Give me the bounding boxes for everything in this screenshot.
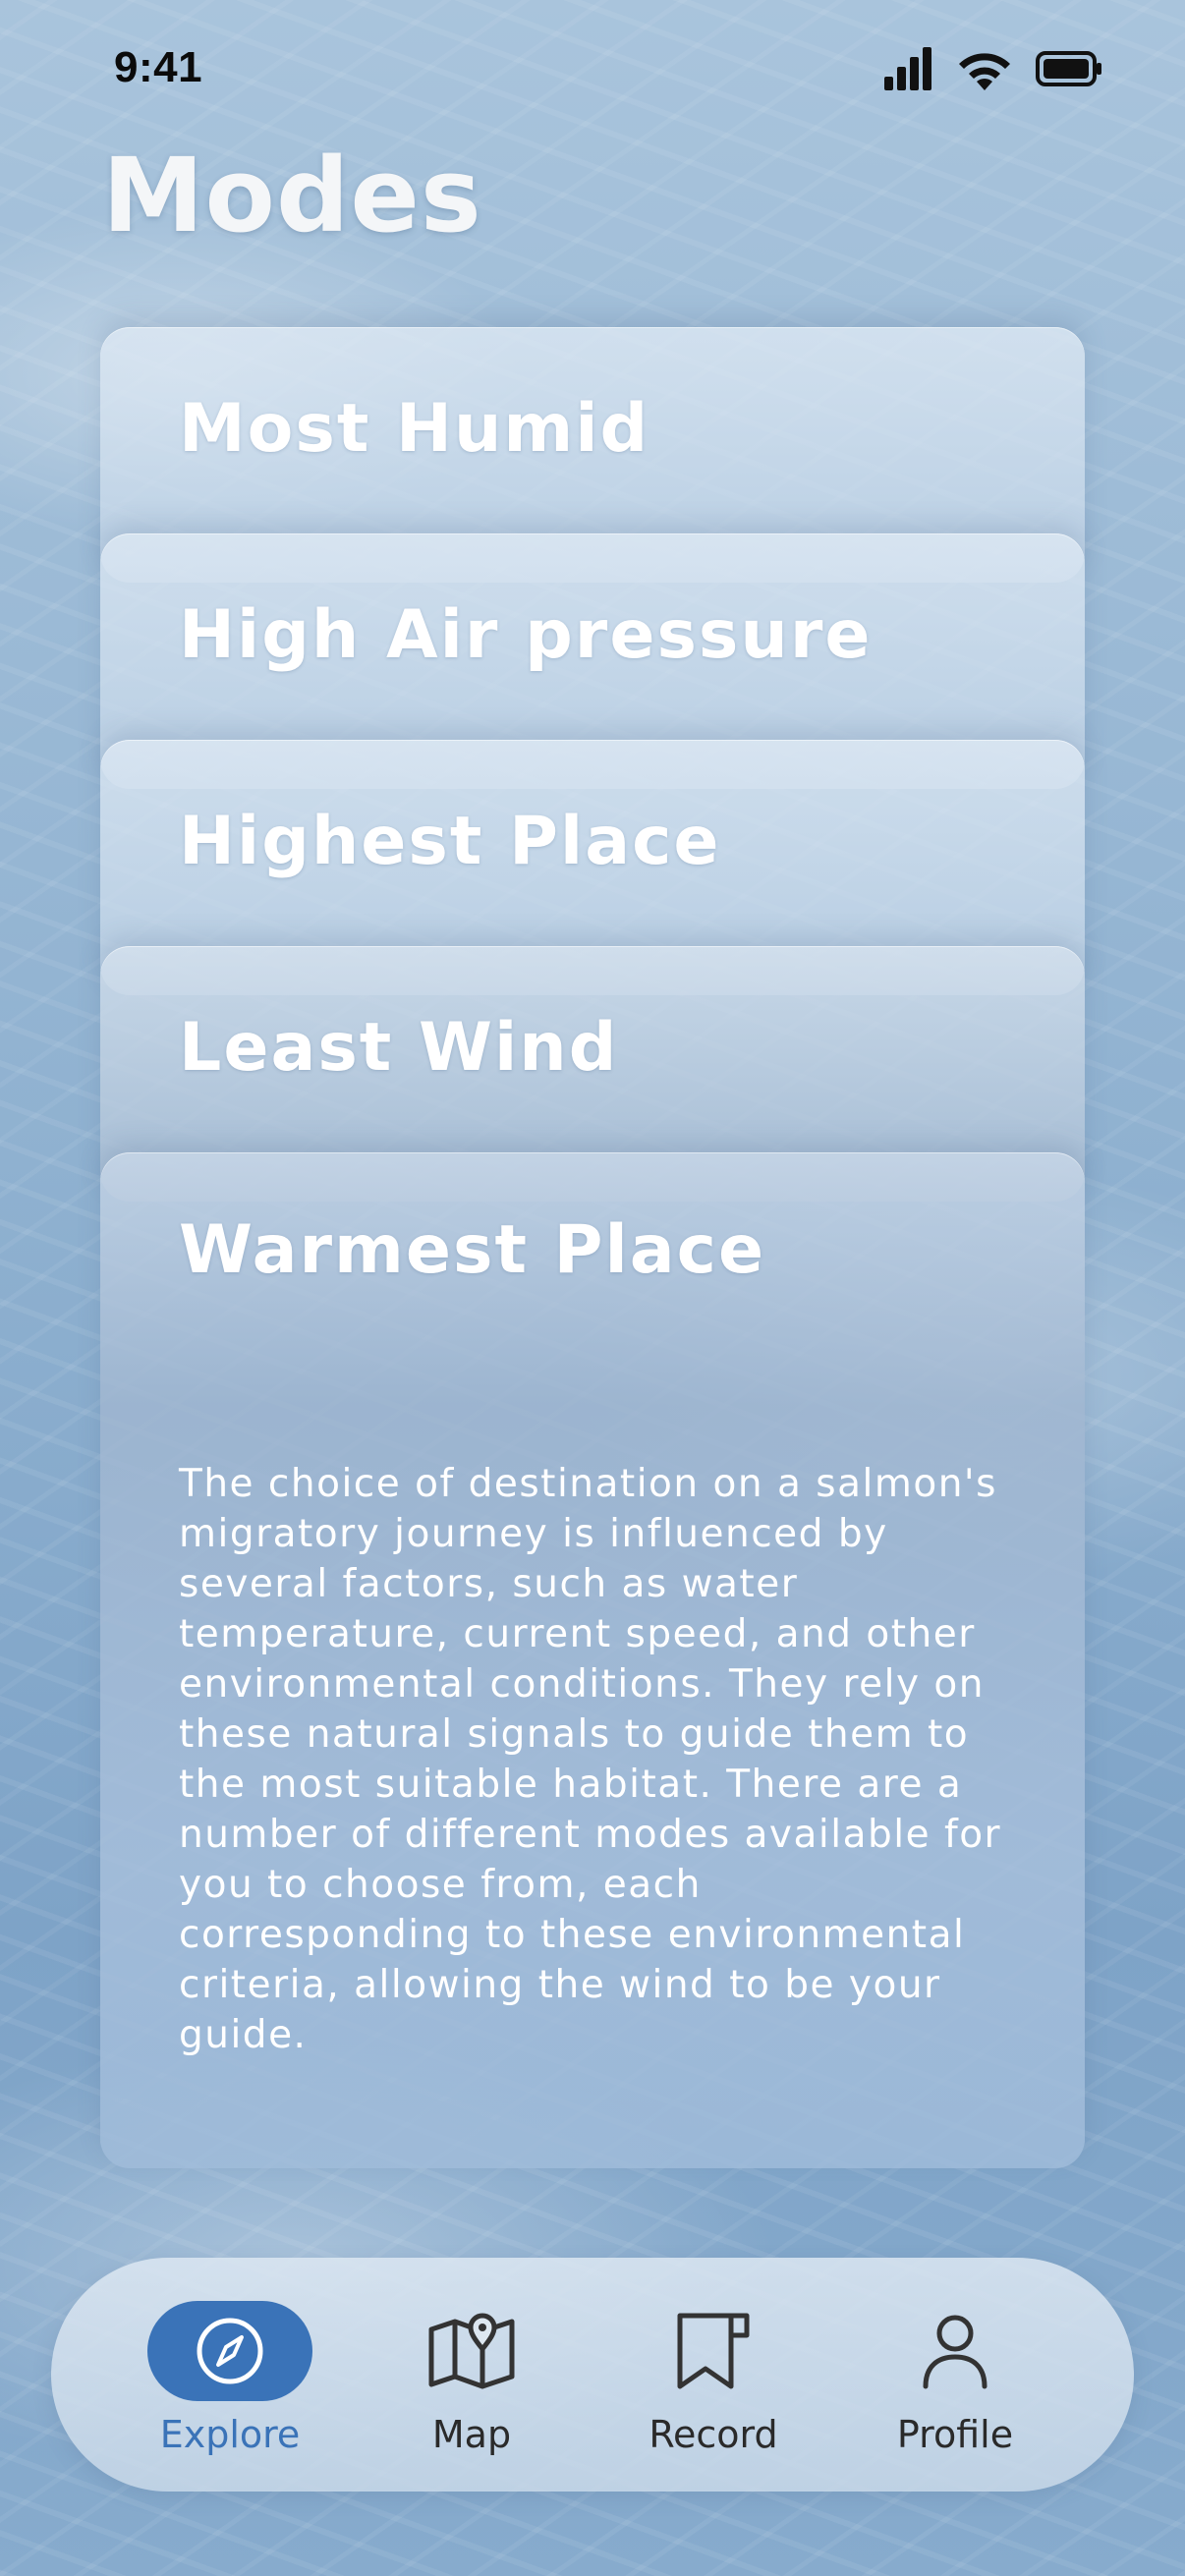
tab-label: Map xyxy=(431,2413,512,2456)
tab-map[interactable]: Map xyxy=(364,2258,580,2492)
mode-label: Highest Place xyxy=(179,803,721,880)
mode-label: Warmest Place xyxy=(179,1211,766,1289)
mode-label: Least Wind xyxy=(179,1009,619,1087)
status-time: 9:41 xyxy=(114,43,203,91)
mode-card-warmest-place[interactable]: Warmest Place The choice of destination … xyxy=(100,1152,1085,2168)
page-title: Modes xyxy=(102,136,482,255)
status-icons xyxy=(884,47,1102,90)
wifi-icon xyxy=(959,53,1010,90)
tab-label: Profile xyxy=(896,2413,1014,2456)
map-icon xyxy=(428,2313,515,2389)
status-bar: 9:41 xyxy=(0,0,1185,138)
tab-explore[interactable]: Explore xyxy=(122,2258,338,2492)
cellular-signal-icon xyxy=(884,47,931,90)
tab-label: Explore xyxy=(159,2413,301,2456)
tab-bar: Explore Map Record Profile xyxy=(51,2258,1134,2492)
person-icon xyxy=(923,2315,988,2389)
mode-label: High Air pressure xyxy=(179,596,873,674)
tab-label: Record xyxy=(649,2413,778,2456)
tab-active-indicator xyxy=(147,2301,312,2401)
mode-label: Most Humid xyxy=(179,390,650,468)
compass-icon xyxy=(197,2318,263,2384)
tab-record[interactable]: Record xyxy=(605,2258,821,2492)
tab-profile[interactable]: Profile xyxy=(847,2258,1063,2492)
mode-description: The choice of destination on a salmon's … xyxy=(179,1462,1002,2057)
battery-icon xyxy=(1036,51,1101,86)
bookmark-icon xyxy=(677,2313,750,2389)
